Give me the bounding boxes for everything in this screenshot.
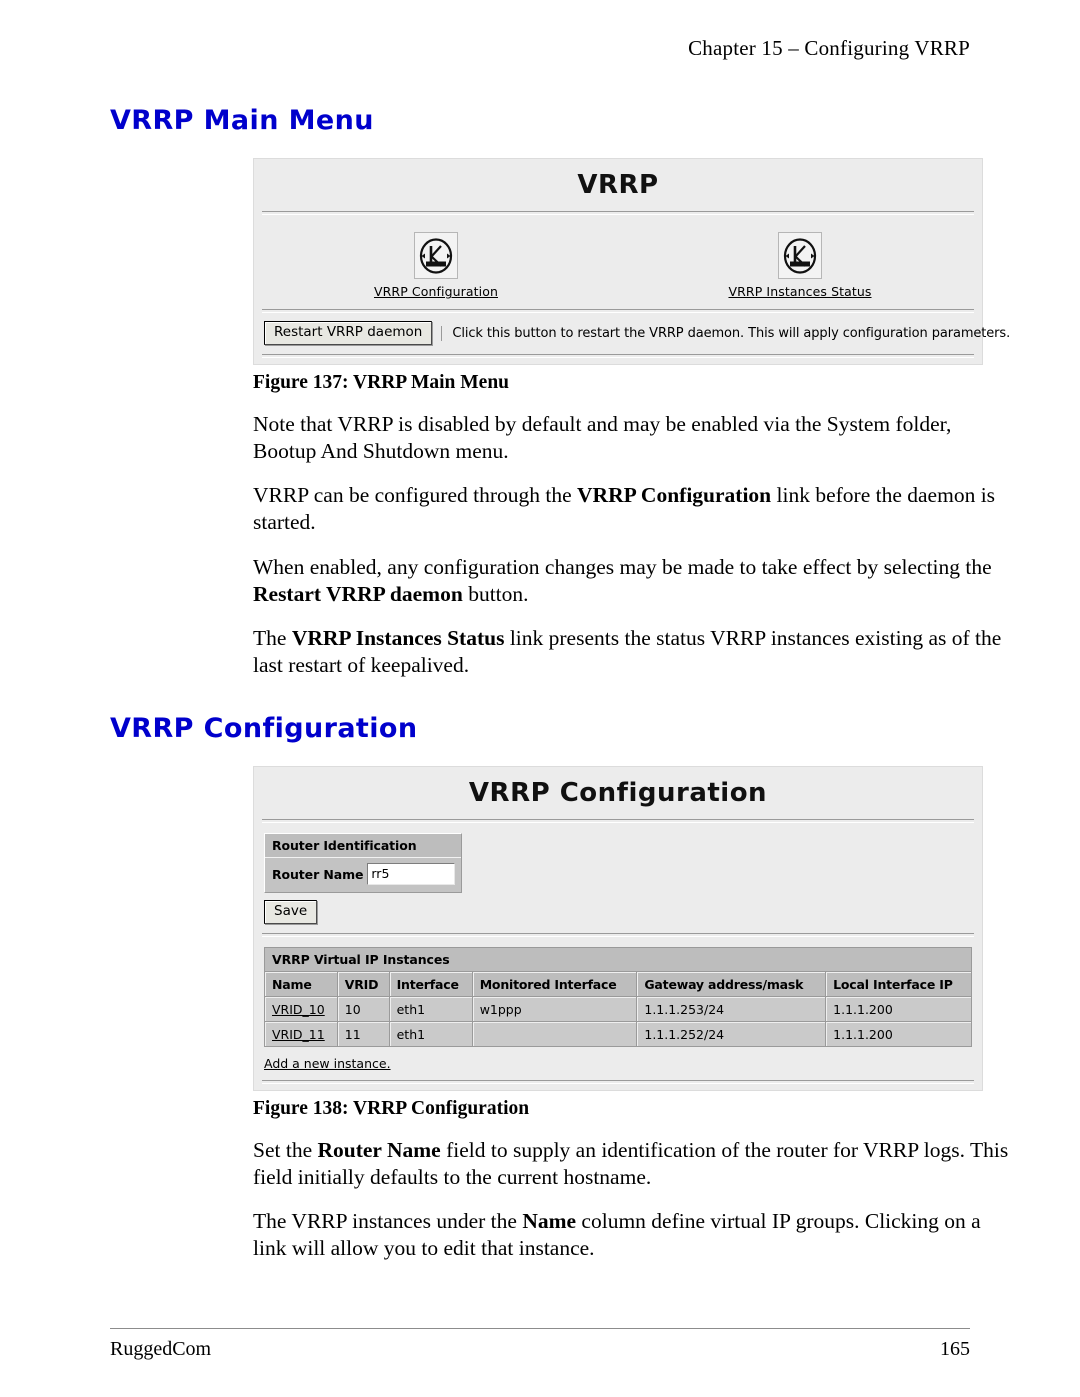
column-header-gateway-address-mask: Gateway address/mask: [637, 972, 826, 997]
vrrp-instances-status-link-label: VRRP Instances Status: [728, 284, 872, 300]
cell-monitored-interface: [472, 1022, 637, 1047]
cell-gateway: 1.1.1.253/24: [637, 997, 826, 1022]
vrrp-configuration-screenshot: VRRP Configuration Router Identification…: [253, 766, 983, 1092]
footer-company: RuggedCom: [110, 1338, 212, 1360]
restart-daemon-hint: Click this button to restart the VRRP da…: [441, 325, 1010, 341]
table-row: VRID_11 11 eth1 1.1.1.252/24 1.1.1.200: [265, 1022, 971, 1047]
paragraph: Set the Router Name field to supply an i…: [253, 1138, 1009, 1190]
cell-name: VRID_10: [265, 997, 337, 1022]
document-page: Chapter 15 – Configuring VRRP VRRP Main …: [0, 0, 1080, 1397]
figure-137-vrrp-main-menu: VRRP VRRP Configuration VRRP Instances S…: [253, 158, 1010, 366]
restart-daemon-row: Restart VRRP daemon Click this button to…: [254, 313, 1010, 354]
keepalived-logo-icon: [414, 232, 458, 280]
table-header-row: Name VRID Interface Monitored Interface …: [265, 972, 971, 997]
vrrp-instances-status-link[interactable]: VRRP Instances Status: [618, 232, 982, 299]
cell-local-ip: 1.1.1.200: [826, 997, 971, 1022]
table-row: VRID_10 10 eth1 w1ppp 1.1.1.253/24 1.1.1…: [265, 997, 971, 1022]
cell-gateway: 1.1.1.252/24: [637, 1022, 826, 1047]
vrrp-configuration-panel-title: VRRP Configuration: [468, 778, 768, 809]
column-header-vrid: VRID: [337, 972, 389, 997]
paragraph: VRRP can be configured through the VRRP …: [253, 483, 996, 535]
router-name-label: Router Name: [272, 866, 364, 882]
cell-monitored-interface: w1ppp: [472, 997, 637, 1022]
router-name-input[interactable]: [367, 863, 455, 886]
vrrp-virtual-ip-instances-section: VRRP Virtual IP Instances Name VRID Inte…: [254, 947, 982, 1053]
page-number: 165: [940, 1338, 970, 1360]
vrrp-main-menu-screenshot: VRRP VRRP Configuration VRRP Instances S…: [253, 158, 1010, 366]
running-header: Chapter 15 – Configuring VRRP: [688, 36, 970, 60]
add-new-instance-link[interactable]: Add a new instance.: [264, 1056, 391, 1071]
save-button-row: Save: [254, 893, 982, 933]
vrrp-configuration-link-label: VRRP Configuration: [373, 284, 498, 300]
keepalived-logo-icon: [778, 232, 822, 280]
figure-caption-137: Figure 137: VRRP Main Menu: [253, 372, 510, 394]
footer-divider: [110, 1328, 970, 1329]
body-text-main-menu: Note that VRRP is disabled by default an…: [253, 411, 1013, 679]
cell-name: VRID_11: [265, 1022, 337, 1047]
router-identification-group: Router Identification Router Name: [264, 833, 462, 894]
body-text-configuration: Set the Router Name field to supply an i…: [253, 1137, 1013, 1262]
instance-link[interactable]: VRID_11: [272, 1027, 325, 1042]
vrrp-configuration-link[interactable]: VRRP Configuration: [254, 232, 618, 299]
paragraph: When enabled, any configuration changes …: [253, 554, 992, 606]
router-identification-section: Router Identification Router Name Save: [254, 823, 982, 933]
page-footer: RuggedCom 165: [110, 1328, 970, 1361]
restart-vrrp-daemon-button[interactable]: Restart VRRP daemon: [264, 321, 433, 346]
column-header-monitored-interface: Monitored Interface: [472, 972, 637, 997]
paragraph: The VRRP instances under the Name column…: [253, 1209, 981, 1261]
paragraph: The VRRP Instances Status link presents …: [253, 625, 1002, 677]
cell-vrid: 10: [337, 997, 389, 1022]
instances-table-caption: VRRP Virtual IP Instances: [264, 947, 972, 972]
column-header-interface: Interface: [389, 972, 472, 997]
page-title-vrrp-main-menu: VRRP Main Menu: [110, 105, 374, 136]
cell-interface: eth1: [389, 997, 472, 1022]
column-header-local-interface-ip: Local Interface IP: [826, 972, 971, 997]
vrrp-panel-title: VRRP: [577, 170, 659, 201]
cell-local-ip: 1.1.1.200: [826, 1022, 971, 1047]
vrrp-virtual-ip-instances-table: VRRP Virtual IP Instances Name VRID Inte…: [264, 947, 972, 1048]
vrrp-icon-link-row: VRRP Configuration VRRP Instances Status: [254, 215, 982, 309]
paragraph: Note that VRRP is disabled by default an…: [253, 412, 952, 464]
router-name-row: Router Name: [265, 858, 461, 892]
figure-138-vrrp-configuration: VRRP Configuration Router Identification…: [253, 766, 983, 1092]
column-header-name: Name: [265, 972, 337, 997]
instance-link[interactable]: VRID_10: [272, 1002, 325, 1017]
save-button[interactable]: Save: [264, 900, 318, 925]
page-title-vrrp-configuration: VRRP Configuration: [110, 712, 418, 744]
cell-vrid: 11: [337, 1022, 389, 1047]
cell-interface: eth1: [389, 1022, 472, 1047]
router-identification-group-title: Router Identification: [265, 834, 461, 859]
figure-caption-138: Figure 138: VRRP Configuration: [253, 1098, 530, 1120]
